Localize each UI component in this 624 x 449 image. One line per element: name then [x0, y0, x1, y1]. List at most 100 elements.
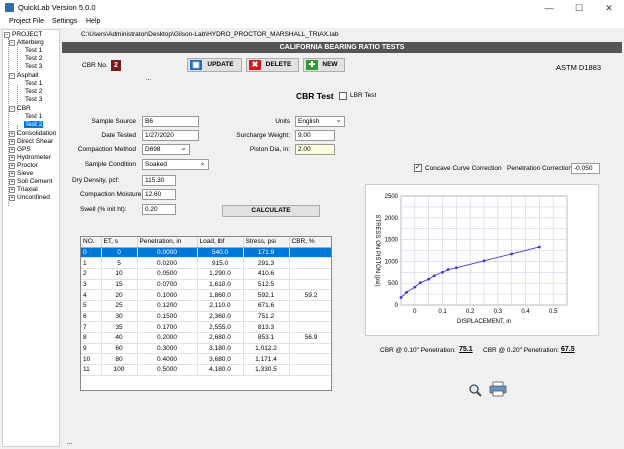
table-cell[interactable] — [289, 364, 331, 376]
sample-source-input[interactable]: B6 — [142, 116, 199, 127]
table-cell[interactable]: 2,110.0 — [197, 300, 244, 312]
table-cell[interactable]: 4 — [81, 289, 102, 301]
table-cell[interactable]: 751.2 — [243, 311, 290, 323]
table-cell[interactable]: 60 — [101, 343, 138, 355]
table-cell[interactable]: 410.6 — [243, 268, 290, 280]
table-row[interactable]: 4 20 0.1000 1,860.0 592.1 59.2 — [81, 289, 331, 301]
cbr-no-value[interactable]: 2 — [111, 60, 121, 71]
table-cell[interactable]: 1,290.0 — [197, 268, 244, 280]
table-cell[interactable]: 56.9 — [289, 332, 331, 344]
column-header[interactable]: ET, s — [101, 237, 138, 248]
table-cell[interactable]: 10 — [81, 353, 102, 366]
tree-item-atterberg-test1[interactable]: Test 1 — [25, 47, 42, 55]
maximize-button[interactable]: ☐ — [564, 0, 594, 16]
tree-item-cbr-test2[interactable]: Test 2 — [24, 121, 44, 129]
table-row[interactable]: 9 60 0.3000 3,180.0 1,012.2 — [81, 343, 331, 355]
table-cell[interactable]: 40 — [101, 332, 138, 344]
table-cell[interactable] — [289, 268, 331, 280]
table-cell[interactable]: 0 — [101, 247, 138, 259]
table-cell[interactable]: 0.1000 — [137, 289, 198, 301]
penetration-correction-input[interactable]: -0.050 — [571, 163, 600, 174]
table-cell[interactable]: 3,680.0 — [197, 353, 244, 366]
table-cell[interactable]: 7 — [81, 321, 102, 333]
column-header[interactable]: Penetration, in — [137, 237, 198, 248]
tree-item-cbr-test1[interactable]: Test 1 — [25, 113, 42, 121]
magnifier-icon[interactable] — [468, 383, 482, 397]
tree-group-direct-shear[interactable]: + Direct Shear — [9, 138, 53, 146]
table-cell[interactable]: 0.1700 — [137, 321, 198, 333]
table-cell[interactable]: 9 — [81, 343, 102, 355]
new-button[interactable]: ✚ NEW — [303, 58, 345, 72]
tree-group-unconfined[interactable]: + Unconfined — [9, 194, 50, 202]
calculate-button[interactable]: CALCULATE — [222, 205, 320, 217]
table-cell[interactable]: 1,610.0 — [197, 279, 244, 291]
table-cell[interactable] — [289, 353, 331, 366]
table-cell[interactable]: 8 — [81, 332, 102, 344]
table-cell[interactable]: 1,171.4 — [243, 353, 290, 366]
menu-help[interactable]: Help — [86, 18, 100, 25]
table-cell[interactable]: 512.5 — [243, 279, 290, 291]
tree-group-soil-cement[interactable]: + Soil Cement — [9, 178, 52, 186]
table-cell[interactable]: 4,180.0 — [197, 364, 244, 376]
table-cell[interactable] — [289, 300, 331, 312]
table-cell[interactable]: 592.1 — [243, 289, 290, 301]
table-cell[interactable]: 2,680.0 — [197, 332, 244, 344]
table-cell[interactable]: 0.0700 — [137, 279, 198, 291]
table-row[interactable]: 0 0 0.0000 540.0 171.9 — [81, 247, 331, 259]
table-cell[interactable]: 0.1500 — [137, 311, 198, 323]
table-cell[interactable]: 171.9 — [243, 247, 290, 259]
table-cell[interactable]: 5 — [101, 257, 138, 269]
table-cell[interactable]: 813.3 — [243, 321, 290, 333]
close-button[interactable]: ✕ — [594, 0, 624, 16]
surcharge-input[interactable]: 9.00 — [295, 130, 335, 141]
table-cell[interactable]: 915.0 — [197, 257, 244, 269]
column-header[interactable]: Load, lbf — [197, 237, 244, 248]
dry-density-input[interactable]: 115.30 — [142, 175, 176, 186]
tree-group-cbr[interactable]: − CBR — [9, 105, 31, 113]
table-cell[interactable]: 1,860.0 — [197, 289, 244, 301]
table-cell[interactable] — [289, 343, 331, 355]
tree-item-atterberg-test2[interactable]: Test 2 — [25, 55, 42, 63]
table-cell[interactable] — [289, 257, 331, 269]
table-row[interactable]: 10 80 0.4000 3,680.0 1,171.4 — [81, 353, 331, 366]
table-cell[interactable]: 540.0 — [197, 247, 244, 259]
table-cell[interactable]: 0.5000 — [137, 364, 198, 376]
table-cell[interactable]: 35 — [101, 321, 138, 333]
units-select[interactable]: English — [295, 116, 345, 127]
column-header[interactable]: NO. — [81, 237, 102, 248]
table-cell[interactable]: 0.3000 — [137, 343, 198, 355]
table-cell[interactable]: 0.4000 — [137, 353, 198, 366]
menu-settings[interactable]: Settings — [52, 18, 77, 25]
table-cell[interactable]: 291.3 — [243, 257, 290, 269]
table-cell[interactable] — [289, 311, 331, 323]
table-cell[interactable]: 11 — [81, 364, 102, 376]
table-cell[interactable]: 20 — [101, 289, 138, 301]
table-cell[interactable]: 3,180.0 — [197, 343, 244, 355]
table-row[interactable]: 7 35 0.1700 2,555.0 813.3 — [81, 321, 331, 333]
table-cell[interactable]: 10 — [101, 268, 138, 280]
tree-group-sieve[interactable]: + Sieve — [9, 170, 33, 178]
delete-button[interactable]: ✖ DELETE — [246, 58, 299, 72]
compaction-method-select[interactable]: D698 — [142, 144, 190, 155]
table-cell[interactable]: 2 — [81, 268, 102, 280]
date-tested-input[interactable]: 1/27/2020 — [142, 130, 199, 141]
table-cell[interactable]: 1,012.2 — [243, 343, 290, 355]
table-cell[interactable]: 0 — [81, 247, 102, 259]
table-row[interactable]: 8 40 0.2000 2,680.0 853.1 56.9 — [81, 332, 331, 344]
table-cell[interactable]: 15 — [101, 279, 138, 291]
tree-group-hydrometer[interactable]: + Hydrometer — [9, 154, 51, 162]
table-cell[interactable]: 1 — [81, 257, 102, 269]
tree-group-asphalt[interactable]: − Asphalt — [9, 72, 39, 80]
tree-group-proctor[interactable]: + Proctor — [9, 162, 38, 170]
tree-item-asphalt-test3[interactable]: Test 3 — [25, 96, 42, 104]
printer-icon[interactable] — [489, 381, 507, 397]
table-cell[interactable]: 0.0000 — [137, 247, 198, 259]
table-cell[interactable]: 853.1 — [243, 332, 290, 344]
sample-condition-select[interactable]: Soaked — [142, 159, 209, 170]
table-cell[interactable]: 1,330.5 — [243, 364, 290, 376]
table-cell[interactable]: 30 — [101, 311, 138, 323]
table-cell[interactable]: 0.0200 — [137, 257, 198, 269]
tree-group-consolidation[interactable]: + Consolidation — [9, 130, 56, 138]
table-cell[interactable]: 80 — [101, 353, 138, 366]
concave-correction-checkbox[interactable]: ✓ — [414, 164, 422, 172]
